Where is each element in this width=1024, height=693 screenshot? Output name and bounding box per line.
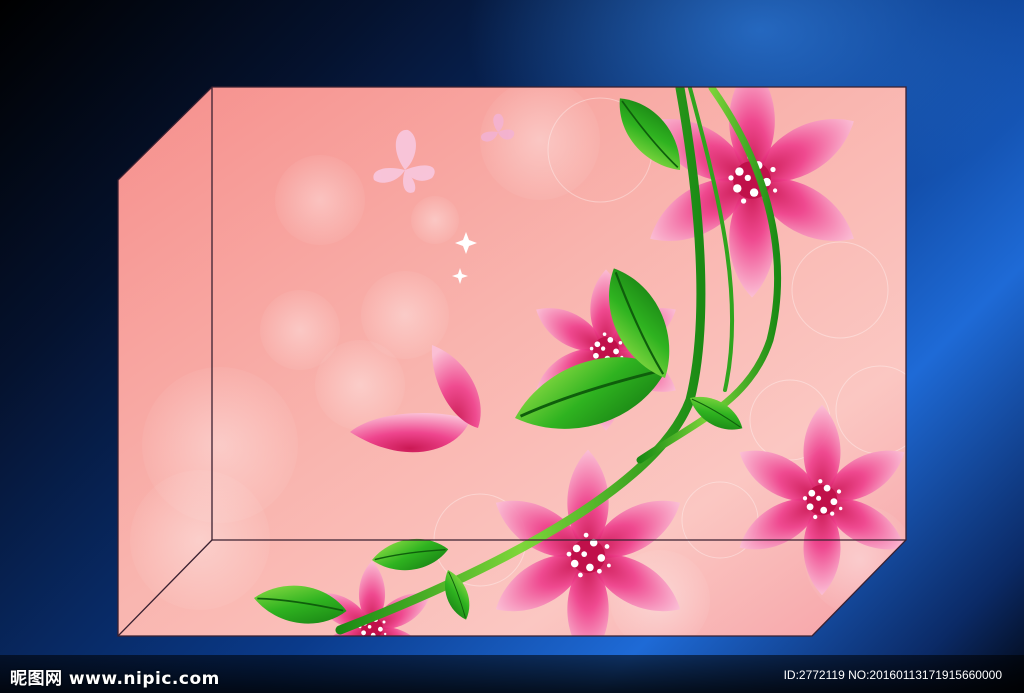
watermark-site-name: 昵图网	[10, 669, 63, 689]
watermark-brand: 昵图网 www.nipic.com	[10, 664, 220, 689]
watermark-id: ID:2772119 NO:20160113171915660000	[783, 668, 1002, 682]
watermark-site-url: www.nipic.com	[68, 669, 220, 689]
floral-artwork	[118, 87, 906, 636]
box-artwork	[117, 86, 907, 637]
